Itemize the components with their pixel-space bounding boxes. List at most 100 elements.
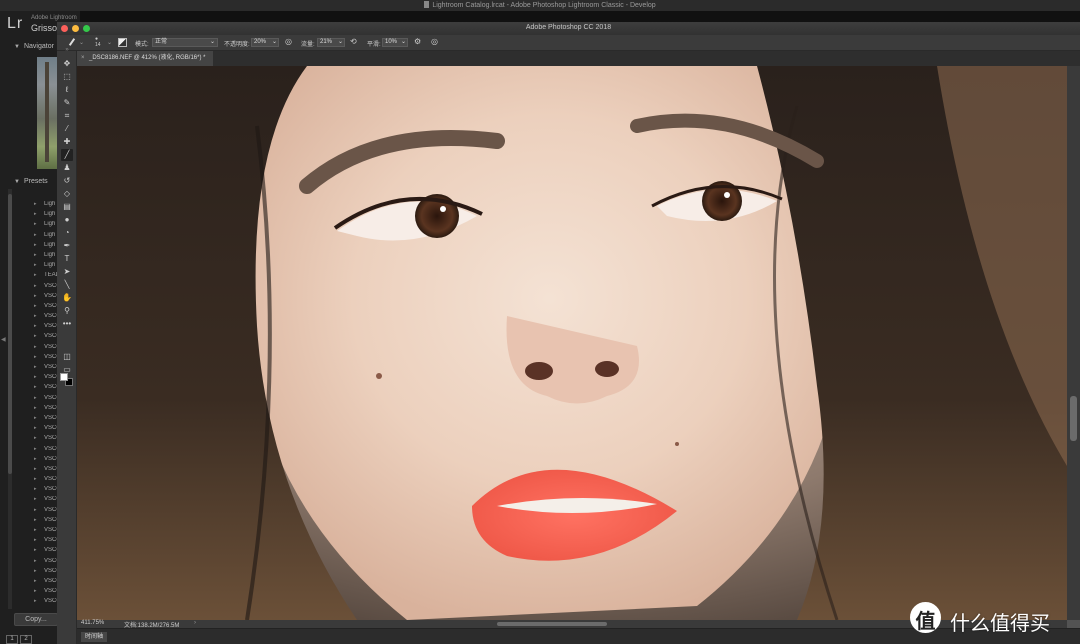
canvas-horizontal-scrollbar[interactable] <box>217 621 617 627</box>
quick-select-icon[interactable]: ✎ <box>61 97 73 109</box>
dodge-icon[interactable]: ◔ <box>61 227 73 239</box>
expand-triangle-icon[interactable]: ▸ <box>34 354 37 360</box>
preset-item[interactable]: ▸ VSCO <box>34 527 58 537</box>
stamp-icon[interactable]: ♟ <box>61 162 73 174</box>
page-2-button[interactable]: 2 <box>20 635 32 644</box>
brush-size-picker[interactable]: ● 14 <box>95 36 101 48</box>
preset-item[interactable]: ▸ Ligh <box>34 262 58 272</box>
zoom-level[interactable]: 411.75% <box>81 620 104 626</box>
preset-item[interactable]: ▸ Ligh <box>34 242 58 252</box>
collapse-left-panel-icon[interactable]: ◀ <box>1 336 6 343</box>
preset-item[interactable]: ▸ VSCO <box>34 313 58 323</box>
quick-mask-icon[interactable]: ◫ <box>61 351 73 363</box>
preset-item[interactable]: ▸ VSCO <box>34 568 58 578</box>
zoom-icon[interactable]: ⚲ <box>61 305 73 317</box>
expand-triangle-icon[interactable]: ▸ <box>34 558 37 564</box>
move-icon[interactable]: ✥ <box>61 58 73 70</box>
preset-item[interactable]: ▸ VSCO <box>34 303 58 313</box>
preset-item[interactable]: ▸ VSCO <box>34 333 58 343</box>
timeline-tab[interactable]: 时间轴 <box>81 632 108 642</box>
hand-icon[interactable]: ✋ <box>61 292 73 304</box>
preset-item[interactable]: ▸ VSCO <box>34 578 58 588</box>
expand-triangle-icon[interactable]: ▸ <box>34 496 37 502</box>
preset-item[interactable]: ▸ VSCO <box>34 293 58 303</box>
blur-icon[interactable]: ● <box>61 214 73 226</box>
lasso-icon[interactable]: ℓ <box>61 84 73 96</box>
preset-item[interactable]: ▸ VSCO <box>34 364 58 374</box>
chevron-down-icon[interactable]: ⌄ <box>79 39 84 46</box>
foreground-color-swatch[interactable] <box>60 373 68 381</box>
document-canvas[interactable] <box>77 66 1067 620</box>
document-tab[interactable]: × _DSC8186.NEF @ 412% (液化, RGB/16*) * <box>77 51 213 66</box>
healing-icon[interactable]: ✚ <box>61 136 73 148</box>
navigator-thumbnail[interactable] <box>37 57 59 169</box>
brush-icon[interactable]: ╱ <box>61 149 73 161</box>
preset-item[interactable]: ▸ VSCO <box>34 466 58 476</box>
smoothing-input[interactable]: 10% ⌄ <box>382 38 408 47</box>
pen-icon[interactable]: ✒ <box>61 240 73 252</box>
expand-triangle-icon[interactable]: ▸ <box>34 405 37 411</box>
preset-item[interactable]: ▸ VSCO <box>34 476 58 486</box>
expand-triangle-icon[interactable]: ▸ <box>34 232 37 238</box>
expand-triangle-icon[interactable]: ▸ <box>34 446 37 452</box>
expand-triangle-icon[interactable]: ▸ <box>34 598 37 604</box>
expand-triangle-icon[interactable]: ▸ <box>34 242 37 248</box>
preset-item[interactable]: ▸ Ligh <box>34 211 58 221</box>
marquee-icon[interactable]: ⬚ <box>61 71 73 83</box>
expand-triangle-icon[interactable]: ▸ <box>34 344 37 350</box>
preset-item[interactable]: ▸ VSCO <box>34 507 58 517</box>
preset-item[interactable]: ▸ VSCO <box>34 547 58 557</box>
history-brush-icon[interactable]: ↺ <box>61 175 73 187</box>
close-tab-icon[interactable]: × <box>81 51 85 66</box>
expand-triangle-icon[interactable]: ▸ <box>34 262 37 268</box>
page-1-button[interactable]: 1 <box>6 635 18 644</box>
expand-triangle-icon[interactable]: ▸ <box>34 293 37 299</box>
expand-triangle-icon[interactable]: ▸ <box>34 364 37 370</box>
scrollbar-thumb[interactable] <box>1070 396 1077 441</box>
expand-triangle-icon[interactable]: ▸ <box>34 578 37 584</box>
presets-scrollbar[interactable] <box>8 189 12 609</box>
preset-item[interactable]: ▸ VSCO <box>34 558 58 568</box>
expand-triangle-icon[interactable]: ▸ <box>34 507 37 513</box>
preset-item[interactable]: ▸ Ligh <box>34 201 58 211</box>
expand-triangle-icon[interactable]: ▸ <box>34 374 37 380</box>
expand-triangle-icon[interactable]: ▸ <box>34 395 37 401</box>
flow-input[interactable]: 21% ⌄ <box>317 38 345 47</box>
pressure-size-icon[interactable]: ◎ <box>431 37 438 46</box>
expand-triangle-icon[interactable]: ▸ <box>34 568 37 574</box>
preset-item[interactable]: ▸ VSCO <box>34 456 58 466</box>
preset-item[interactable]: ▸ VSCO <box>34 496 58 506</box>
gear-icon[interactable]: ⚙ <box>414 37 421 46</box>
expand-triangle-icon[interactable]: ▸ <box>34 517 37 523</box>
crop-icon[interactable]: ⌗ <box>61 110 73 122</box>
expand-triangle-icon[interactable]: ▸ <box>34 303 37 309</box>
expand-triangle-icon[interactable]: ▸ <box>34 201 37 207</box>
preset-item[interactable]: ▸ VSCO <box>34 517 58 527</box>
type-icon[interactable]: T <box>61 253 73 265</box>
expand-triangle-icon[interactable]: ▸ <box>34 323 37 329</box>
expand-triangle-icon[interactable]: ▸ <box>34 252 37 258</box>
preset-item[interactable]: ▸ Ligh <box>34 221 58 231</box>
expand-triangle-icon[interactable]: ▸ <box>34 313 37 319</box>
expand-triangle-icon[interactable]: ▸ <box>34 435 37 441</box>
preset-item[interactable]: ▸ VSCO <box>34 435 58 445</box>
expand-triangle-icon[interactable]: ▸ <box>34 425 37 431</box>
expand-triangle-icon[interactable]: ▸ <box>34 384 37 390</box>
mode-select[interactable]: 正常 ⌄ <box>152 38 218 47</box>
more-icon[interactable]: ••• <box>61 318 73 330</box>
preset-item[interactable]: ▸ VSCO <box>34 415 58 425</box>
preset-item[interactable]: ▸ Ligh <box>34 252 58 262</box>
expand-triangle-icon[interactable]: ▸ <box>34 283 37 289</box>
preset-item[interactable]: ▸ VSCO <box>34 588 58 598</box>
chevron-down-icon[interactable]: ⌄ <box>107 39 112 46</box>
eyedropper-icon[interactable]: ⁄ <box>61 123 73 135</box>
expand-triangle-icon[interactable]: ▸ <box>34 527 37 533</box>
expand-triangle-icon[interactable]: ▸ <box>34 466 37 472</box>
preset-item[interactable]: ▸ VSCO <box>34 344 58 354</box>
expand-triangle-icon[interactable]: ▸ <box>34 537 37 543</box>
preset-item[interactable]: ▸ VSCO <box>34 425 58 435</box>
expand-triangle-icon[interactable]: ▸ <box>34 272 37 278</box>
preset-item[interactable]: ▸ VSCO <box>34 354 58 364</box>
path-select-icon[interactable]: ➤ <box>61 266 73 278</box>
expand-triangle-icon[interactable]: ▸ <box>34 588 37 594</box>
